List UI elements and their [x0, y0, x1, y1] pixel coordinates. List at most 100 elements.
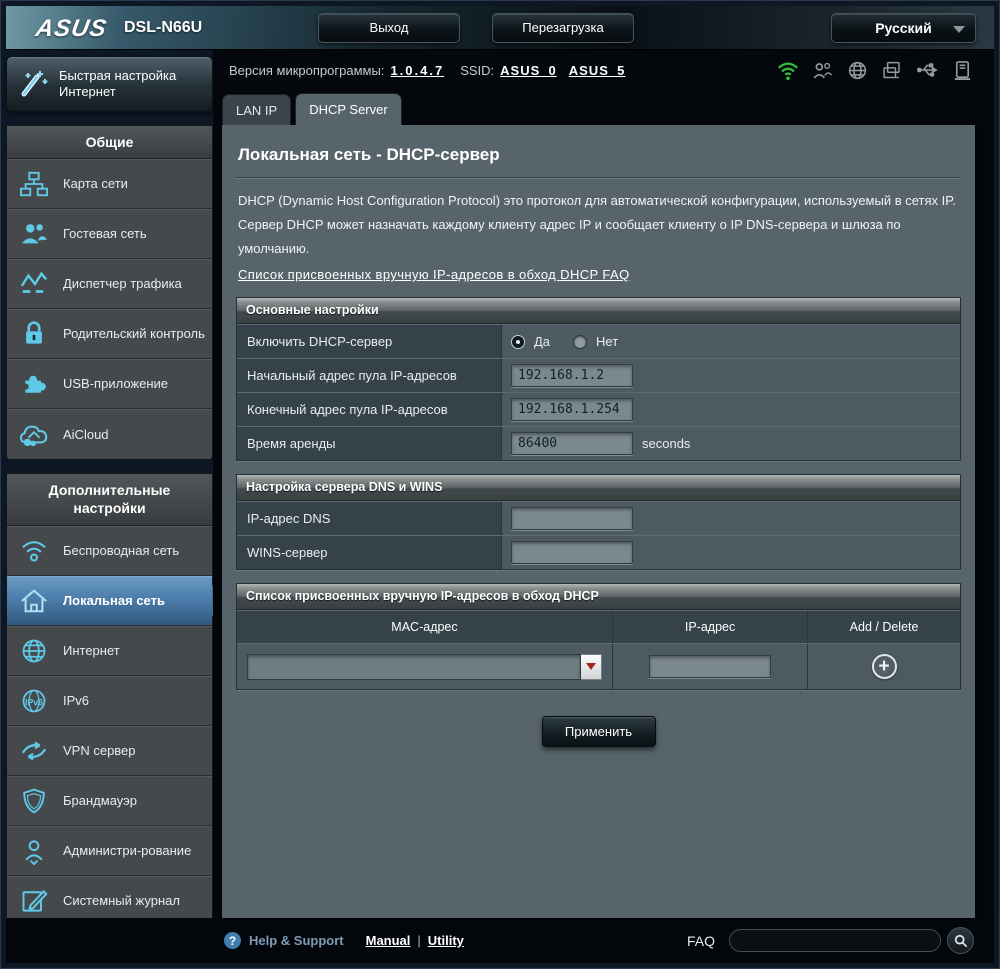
usb-icon[interactable] — [916, 60, 940, 80]
traffic-manager-icon — [17, 270, 51, 298]
row-pool-start: Начальный адрес пула IP-адресов — [237, 358, 960, 392]
mac-dropdown-button[interactable] — [581, 654, 602, 680]
lease-time-units: seconds — [642, 436, 690, 451]
sidebar-item-ipv6[interactable]: IPv6 IPv6 — [7, 676, 212, 726]
sidebar-general-title: Общие — [7, 126, 212, 159]
sidebar-item-guest-network[interactable]: Гостевая сеть — [7, 209, 212, 259]
sidebar-item-aicloud[interactable]: AiCloud — [7, 409, 212, 459]
sidebar-item-wireless[interactable]: Беспроводная сеть — [7, 526, 212, 576]
sidebar-item-label: Родительский контроль — [63, 326, 205, 342]
language-dropdown[interactable]: Русский — [831, 13, 976, 43]
sidebar-item-label: IPv6 — [63, 693, 89, 709]
magic-wand-icon — [15, 67, 49, 101]
reboot-button[interactable]: Перезагрузка — [492, 13, 634, 43]
router-admin-window: ASUS DSL-N66U Выход Перезагрузка Русский… — [0, 0, 1000, 969]
sidebar-item-label: Локальная сеть — [63, 593, 165, 609]
sidebar-item-label: Системный журнал — [63, 893, 180, 909]
add-entry-button[interactable]: + — [872, 654, 897, 679]
wins-server-label: WINS-сервер — [237, 536, 502, 569]
page-title: Локальная сеть - DHCP-сервер — [236, 139, 961, 177]
faq-search-input[interactable] — [729, 929, 941, 952]
apply-area: Применить — [236, 690, 961, 747]
dropdown-arrow-icon — [586, 663, 596, 670]
lease-time-input[interactable] — [511, 432, 633, 455]
ssid-link-1[interactable]: ASUS_0 — [500, 63, 557, 78]
top-bar: ASUS DSL-N66U Выход Перезагрузка Русский — [6, 6, 994, 50]
mac-combobox — [247, 654, 602, 680]
enable-dhcp-value: Да Нет — [502, 325, 960, 358]
model-name: DSL-N66U — [124, 19, 202, 37]
logout-button[interactable]: Выход — [318, 13, 460, 43]
pool-start-value — [502, 359, 960, 392]
administration-icon — [17, 837, 51, 865]
tab-dhcp-server[interactable]: DHCP Server — [295, 93, 402, 125]
sidebar-item-label: Администри-рование — [63, 843, 191, 859]
wifi-icon[interactable] — [777, 60, 799, 81]
sidebar-item-label: Диспетчер трафика — [63, 276, 182, 292]
row-enable-dhcp: Включить DHCP-сервер Да Нет — [237, 324, 960, 358]
modem-icon[interactable] — [953, 60, 972, 81]
sidebar-item-network-map[interactable]: Карта сети — [7, 159, 212, 209]
sidebar-item-parental-control[interactable]: Родительский контроль — [7, 309, 212, 359]
section-manual-header: Список присвоенных вручную IP-адресов в … — [237, 584, 960, 610]
tab-lan-ip[interactable]: LAN IP — [222, 94, 291, 125]
apply-button[interactable]: Применить — [542, 716, 656, 747]
pool-start-label: Начальный адрес пула IP-адресов — [237, 359, 502, 392]
parental-control-icon — [17, 320, 51, 348]
sidebar-item-firewall[interactable]: Брандмауэр — [7, 776, 212, 826]
quick-setup-button[interactable]: Быстрая настройка Интернет — [6, 56, 213, 112]
pool-end-value — [502, 393, 960, 426]
col-add-delete-header: Add / Delete — [808, 611, 960, 643]
section-dns-wins: Настройка сервера DNS и WINS IP-адрес DN… — [236, 474, 961, 570]
content-panel: Локальная сеть - DHCP-сервер DHCP (Dynam… — [222, 125, 975, 918]
footer-separator: | — [417, 933, 420, 948]
row-dns-ip: IP-адрес DNS — [237, 501, 960, 535]
internet-icon[interactable] — [847, 60, 868, 81]
ssid-label: SSID: — [460, 63, 494, 78]
ip-address-input[interactable] — [649, 655, 771, 678]
language-value: Русский — [875, 20, 932, 36]
manual-table-row: + — [237, 643, 960, 689]
sidebar-item-label: Карта сети — [63, 176, 128, 192]
firmware-version-link[interactable]: 1.0.4.7 — [390, 63, 444, 78]
ip-cell — [613, 644, 808, 689]
clients-icon[interactable] — [812, 60, 834, 81]
printer-icon[interactable] — [881, 60, 903, 81]
tabs: LAN IP DHCP Server — [213, 90, 994, 125]
dns-ip-input[interactable] — [511, 507, 633, 530]
aicloud-icon — [17, 422, 51, 448]
mac-cell — [237, 644, 613, 689]
manual-link[interactable]: Manual — [366, 933, 411, 948]
pool-start-input[interactable] — [511, 364, 633, 387]
ssid-link-2[interactable]: ASUS_5 — [569, 63, 626, 78]
dns-ip-label: IP-адрес DNS — [237, 502, 502, 535]
sidebar-item-label: Брандмауэр — [63, 793, 137, 809]
help-support-link[interactable]: Help & Support — [249, 933, 344, 948]
sidebar-item-wan[interactable]: Интернет — [7, 626, 212, 676]
system-log-icon — [17, 887, 51, 915]
sidebar-item-lan[interactable]: Локальная сеть — [7, 576, 212, 626]
help-question-icon[interactable]: ? — [224, 932, 241, 949]
manual-assignment-faq-link[interactable]: Список присвоенных вручную IP-адресов в … — [236, 263, 632, 284]
row-pool-end: Конечный адрес пула IP-адресов — [237, 392, 960, 426]
sidebar-item-administration[interactable]: Администри-рование — [7, 826, 212, 876]
sidebar-item-usb-application[interactable]: USB-приложение — [7, 359, 212, 409]
utility-link[interactable]: Utility — [428, 933, 464, 948]
faq-search-button[interactable] — [947, 927, 974, 954]
pool-end-input[interactable] — [511, 398, 633, 421]
pool-end-label: Конечный адрес пула IP-адресов — [237, 393, 502, 426]
status-bar: Версия микропрограммы: 1.0.4.7 SSID: ASU… — [213, 50, 994, 90]
section-basic-header: Основные настройки — [237, 298, 960, 324]
sidebar-item-traffic-manager[interactable]: Диспетчер трафика — [7, 259, 212, 309]
status-icons — [777, 60, 972, 81]
dhcp-no-radio[interactable] — [573, 335, 587, 349]
firmware-label: Версия микропрограммы: — [229, 63, 384, 78]
dhcp-yes-radio[interactable] — [511, 335, 525, 349]
network-map-icon — [17, 170, 51, 198]
dhcp-no-label: Нет — [596, 334, 618, 349]
faq-label: FAQ — [687, 933, 715, 949]
mac-address-input[interactable] — [247, 654, 581, 680]
sidebar-item-vpn[interactable]: VPN сервер — [7, 726, 212, 776]
col-ip-header: IP-адрес — [613, 611, 808, 643]
wins-server-input[interactable] — [511, 541, 633, 564]
